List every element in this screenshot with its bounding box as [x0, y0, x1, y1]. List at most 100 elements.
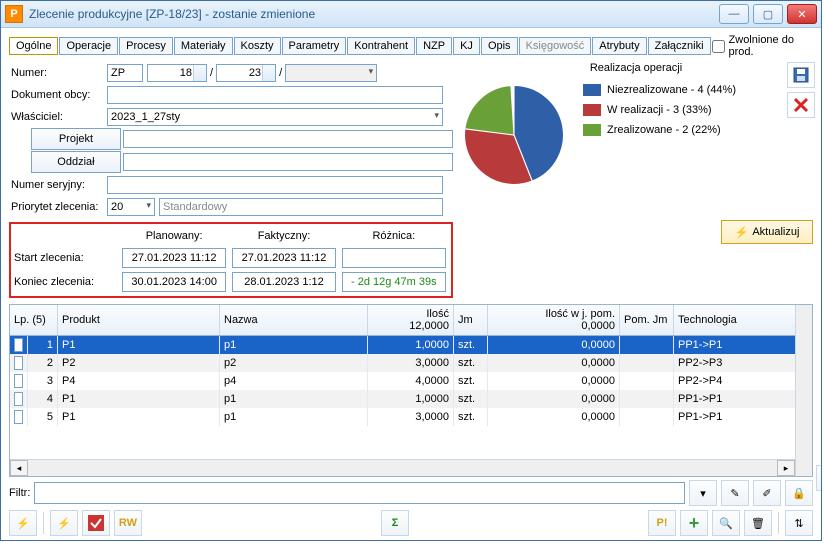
tab-koszty[interactable]: Koszty [234, 37, 281, 55]
search-icon: 🔍 [719, 517, 733, 530]
legend-item: Niezrealizowane - 4 (44%) [583, 80, 736, 100]
sigma-icon: Σ [392, 517, 399, 529]
bolt-green-button[interactable]: ⚡ [50, 510, 78, 536]
titlebar: P Zlecenie produkcyjne [ZP-18/23] - zost… [1, 1, 821, 28]
filtr-clear-button[interactable]: ✐ [753, 480, 781, 506]
end-diff: - 2d 12g 47m 39s [342, 272, 446, 292]
bolt-icon: ⚡ [735, 226, 749, 239]
bolt-yellow-button[interactable]: ⚡ [9, 510, 37, 536]
numer-prefix: ZP [107, 64, 143, 82]
delete-icon-button[interactable] [787, 92, 815, 118]
tab-parametry[interactable]: Parametry [282, 37, 347, 55]
tab-operacje[interactable]: Operacje [59, 37, 118, 55]
start-diff [342, 248, 446, 268]
tab-ogólne[interactable]: Ogólne [9, 37, 58, 55]
row-checkbox[interactable] [14, 338, 23, 352]
legend-item: W realizacji - 3 (33%) [583, 100, 736, 120]
minimize-button[interactable]: — [719, 4, 749, 24]
numer-ser-field[interactable] [107, 176, 443, 194]
grid-v-scroll[interactable] [795, 305, 812, 460]
numer-ser-label: Numer seryjny: [9, 179, 107, 191]
oddzial-button[interactable]: Oddział [31, 151, 122, 173]
row-checkbox[interactable] [14, 374, 23, 388]
end-plan[interactable]: 30.01.2023 14:00 [122, 272, 226, 292]
check-red-button[interactable] [82, 510, 110, 536]
tab-opis[interactable]: Opis [481, 37, 518, 55]
priorytet-text: Standardowy [159, 198, 443, 216]
filtr-dropdown[interactable]: ▾ [689, 480, 717, 506]
realizacja-title: Realizacja operacji [459, 62, 813, 74]
start-fakt[interactable]: 27.01.2023 11:12 [232, 248, 335, 268]
free-prod-label: Zwolnione do prod. [729, 34, 813, 58]
sort-icon: ⇅ [794, 517, 803, 530]
numer-a-spin[interactable]: 18 [147, 64, 207, 82]
priorytet-label: Priorytet zlecenia: [9, 201, 107, 213]
row-checkbox[interactable] [14, 410, 23, 424]
tab-procesy[interactable]: Procesy [119, 37, 173, 55]
filtr-edit-button[interactable]: ✎ [721, 480, 749, 506]
grid-side-btn-1[interactable] [816, 465, 821, 491]
filtr-lock-button[interactable]: 🔒 [785, 480, 813, 506]
numer-label: Numer: [9, 67, 107, 79]
pencil-icon: ✎ [730, 487, 739, 500]
tab-atrybuty[interactable]: Atrybuty [592, 37, 646, 55]
sigma-button[interactable]: Σ [381, 510, 409, 536]
priorytet-combo[interactable]: 20 [107, 198, 155, 216]
bolt-icon: ⚡ [57, 517, 71, 530]
numer-suffix-combo[interactable] [285, 64, 377, 82]
trash-button[interactable]: 🗑 [744, 510, 772, 536]
free-prod-checkbox[interactable]: Zwolnione do prod. [712, 34, 813, 58]
app-window: P Zlecenie produkcyjne [ZP-18/23] - zost… [0, 0, 822, 541]
legend-item: Zrealizowane - 2 (22%) [583, 120, 736, 140]
table-row[interactable]: 2P2p23,0000szt.0,0000PP2->P3 [10, 354, 812, 372]
row-checkbox[interactable] [14, 356, 23, 370]
col-fakt: Faktyczny: [229, 226, 338, 246]
close-button[interactable]: ✕ [787, 4, 817, 24]
app-icon: P [5, 5, 23, 23]
oddzial-field[interactable] [123, 153, 453, 171]
pie-chart [459, 80, 569, 190]
row-checkbox[interactable] [14, 392, 23, 406]
aktualizuj-button[interactable]: ⚡ Aktualizuj [721, 220, 813, 244]
dok-obcy-label: Dokument obcy: [9, 89, 107, 101]
table-row[interactable]: 1P1p11,0000szt.0,0000PP1->P1 [10, 336, 812, 354]
save-icon-button[interactable] [787, 62, 815, 88]
window-title: Zlecenie produkcyjne [ZP-18/23] - zostan… [29, 7, 719, 21]
sort-button[interactable]: ⇅ [785, 510, 813, 536]
trash-icon: 🗑 [751, 517, 765, 530]
projekt-field[interactable] [123, 130, 453, 148]
tab-nzp[interactable]: NZP [416, 37, 452, 55]
start-label: Start zlecenia: [13, 246, 119, 270]
tab-księgowość[interactable]: Księgowość [519, 37, 592, 55]
lock-icon: 🔒 [792, 487, 806, 500]
start-plan[interactable]: 27.01.2023 11:12 [122, 248, 226, 268]
bolt-icon: ⚡ [16, 517, 30, 530]
end-label: Koniec zlecenia: [13, 270, 119, 294]
grid-h-scroll[interactable]: ◂▸ [10, 459, 795, 476]
dates-box: Planowany: Faktyczny: Różnica: Start zle… [9, 222, 453, 298]
wlasciciel-label: Właściciel: [9, 111, 107, 123]
search-button[interactable]: 🔍 [712, 510, 740, 536]
add-button[interactable]: + [680, 510, 708, 536]
products-grid: Lp. (5)ProduktNazwaIlość12,0000JmIlość w… [9, 304, 813, 477]
tab-kj[interactable]: KJ [453, 37, 480, 55]
plus-icon: + [689, 513, 700, 534]
maximize-button[interactable]: ▢ [753, 4, 783, 24]
tab-kontrahent[interactable]: Kontrahent [347, 37, 415, 55]
eraser-icon: ✐ [762, 487, 771, 500]
projekt-button[interactable]: Projekt [31, 128, 122, 150]
numer-b-spin[interactable]: 23 [216, 64, 276, 82]
wlasciciel-combo[interactable]: 2023_1_27sty [107, 108, 443, 126]
end-fakt[interactable]: 28.01.2023 1:12 [232, 272, 335, 292]
rw-button[interactable]: RW [114, 510, 142, 536]
pie-legend: Niezrealizowane - 4 (44%)W realizacji - … [583, 80, 736, 140]
table-row[interactable]: 5P1p13,0000szt.0,0000PP1->P1 [10, 408, 812, 426]
tab-załączniki[interactable]: Załączniki [648, 37, 711, 55]
warn-button[interactable]: P! [648, 510, 676, 536]
table-row[interactable]: 3P4p44,0000szt.0,0000PP2->P4 [10, 372, 812, 390]
filtr-input[interactable] [34, 482, 685, 504]
dok-obcy-field[interactable] [107, 86, 443, 104]
tab-materiały[interactable]: Materiały [174, 37, 233, 55]
table-row[interactable]: 4P1p11,0000szt.0,0000PP1->P1 [10, 390, 812, 408]
col-plan: Planowany: [119, 226, 229, 246]
